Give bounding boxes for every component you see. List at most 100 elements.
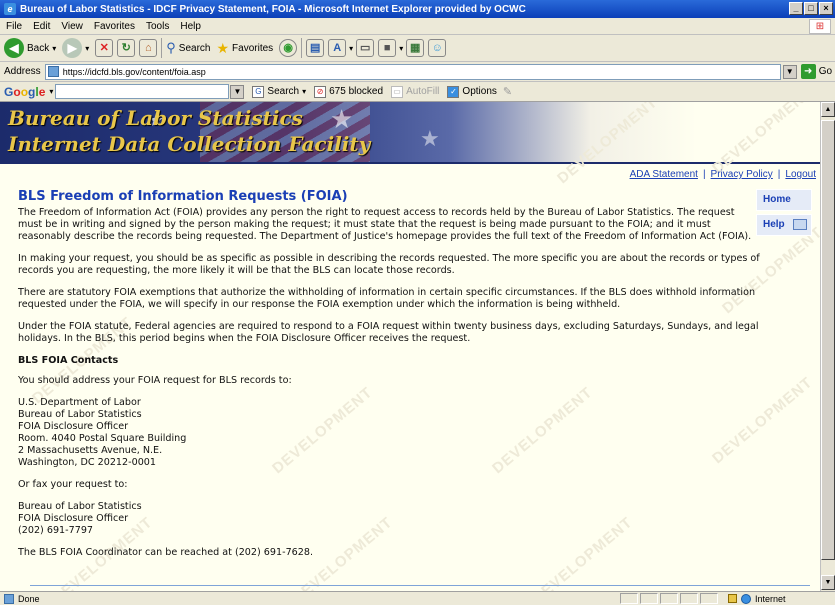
favorites-label: Favorites [232,42,274,54]
menu-file[interactable]: File [6,21,22,32]
options-button[interactable]: ✓ Options [447,85,497,98]
close-button[interactable]: × [819,2,833,15]
lock-icon [728,594,737,603]
forward-dropdown-icon: ▾ [85,43,90,53]
browser-window: e Bureau of Labor Statistics - IDCF Priv… [0,0,835,605]
stop-icon[interactable]: ✕ [95,39,114,57]
fax-address: Bureau of Labor Statistics FOIA Disclosu… [18,501,752,537]
help-nav-button[interactable]: Help [756,214,812,236]
toolbar-separator [161,38,163,58]
standard-toolbar: ◀ Back ▾ ▶ ▾ ✕ ↻ ⌂ ⚲ Search ★ Favorites … [0,35,835,62]
search-label: Search [178,42,211,54]
google-dropdown-icon[interactable]: ▼ [230,84,245,99]
search-icon: ⚲ [166,40,176,55]
side-nav: Home Help [756,189,812,239]
discuss-icon[interactable]: ▦ [406,39,425,57]
popup-blocked-icon: ⊘ [314,85,327,98]
mailing-address: U.S. Department of Labor Bureau of Labor… [18,397,752,469]
address-line: Room. 4040 Postal Square Building [18,433,187,444]
address-input[interactable]: https://idcfd.bls.gov/content/foia.asp [44,63,781,80]
back-button[interactable]: ◀ Back ▾ [4,38,56,58]
address-bar: Address https://idcfd.bls.gov/content/fo… [0,62,835,82]
toolbar-separator [301,38,303,58]
edit-dropdown-icon[interactable]: ▾ [399,44,403,53]
back-arrow-icon: ◀ [4,38,24,58]
google-search-button[interactable]: G Search ▾ [252,85,307,98]
mail-dropdown-icon[interactable]: ▾ [349,44,353,53]
logout-link[interactable]: Logout [785,169,816,180]
edit-icon[interactable]: ■ [378,39,397,57]
page-title: BLS Freedom of Information Requests (FOI… [18,189,348,204]
scroll-up-icon[interactable]: ▲ [821,102,835,117]
page-done-icon [4,593,14,604]
menu-edit[interactable]: Edit [33,21,50,32]
scroll-thumb[interactable] [821,120,835,560]
back-dropdown-icon: ▾ [52,43,57,53]
favorites-star-icon: ★ [216,39,230,56]
go-button[interactable]: ➜ Go [800,64,833,79]
window-controls: _ □ × [789,2,833,15]
address-label: Address [4,66,41,77]
popup-blocker-button[interactable]: ⊘ 675 blocked [314,85,384,98]
favorites-button[interactable]: ★ Favorites [216,40,273,57]
title-bar: e Bureau of Labor Statistics - IDCF Priv… [0,0,835,18]
print-icon[interactable]: ▭ [356,39,375,57]
menu-tools[interactable]: Tools [146,21,169,32]
help-window-icon [793,219,807,230]
google-search-input[interactable] [55,84,230,99]
menu-view[interactable]: View [61,21,83,32]
refresh-icon[interactable]: ↻ [117,39,136,57]
status-text: Done [18,593,40,604]
search-button[interactable]: ⚲ Search [166,40,210,56]
menu-help[interactable]: Help [180,21,201,32]
google-search-dropdown-icon: ▾ [302,87,307,96]
zone-label: Internet [755,593,786,604]
status-bar: Done Internet [0,591,835,605]
google-logo[interactable]: Google [4,85,45,99]
window-title: Bureau of Labor Statistics - IDCF Privac… [20,3,526,15]
star-icon: ★ [330,104,354,134]
footer-divider [30,585,810,586]
ie-logo-icon: e [4,3,16,15]
go-label: Go [818,66,833,77]
home-nav-button[interactable]: Home [756,189,812,211]
vertical-scrollbar[interactable]: ▲ ▼ [820,102,835,591]
banner-subtitle: Internet Data Collection Facility [8,132,371,156]
highlighter-icon[interactable]: ✎ [503,85,512,98]
google-toolbar: Google ▾ ▼ G Search ▾ ⊘ 675 blocked ▭ Au… [0,82,835,102]
specific-request-paragraph: In making your request, you should be as… [18,253,760,276]
address-dropdown-icon[interactable]: ▼ [782,64,797,79]
minimize-button[interactable]: _ [789,2,803,15]
ada-statement-link[interactable]: ADA Statement [630,169,698,180]
fax-line: (202) 691-7797 [18,525,94,536]
internet-zone-icon [741,593,751,604]
banner-title: Bureau of Labor Statistics [8,106,303,130]
address-line: Bureau of Labor Statistics [18,409,142,420]
maximize-button[interactable]: □ [804,2,818,15]
go-arrow-icon: ➜ [800,64,816,79]
mail-icon[interactable]: A [328,39,347,57]
home-icon[interactable]: ⌂ [139,39,158,57]
response-time-paragraph: Under the FOIA statute, Federal agencies… [18,321,759,344]
google-menu-icon[interactable]: ▾ [49,87,53,96]
history-icon[interactable]: ▤ [306,39,325,57]
coordinator-contact: The BLS FOIA Coordinator can be reached … [18,547,314,558]
security-zone: Internet [728,593,832,604]
status-panels [620,593,718,604]
media-icon[interactable]: ◉ [279,39,298,57]
messenger-icon[interactable]: ☺ [428,39,447,57]
menu-favorites[interactable]: Favorites [94,21,135,32]
forward-button[interactable]: ▶ ▾ [62,38,89,58]
foia-intro-paragraph: The Freedom of Information Act (FOIA) pr… [18,207,752,242]
autofill-icon: ▭ [391,85,404,98]
fax-intro: Or fax your request to: [18,479,128,490]
help-label: Help [763,219,785,230]
privacy-policy-link[interactable]: Privacy Policy [711,169,773,180]
top-links: ADA Statement | Privacy Policy | Logout [629,169,816,180]
contacts-heading: BLS FOIA Contacts [18,355,119,366]
banner-divider [0,162,820,164]
page-content: ★ ★ ★ Bureau of Labor Statistics Interne… [0,102,820,591]
blocked-label: 675 blocked [329,86,384,97]
scroll-down-icon[interactable]: ▼ [821,575,835,590]
autofill-button[interactable]: ▭ AutoFill [391,85,439,98]
